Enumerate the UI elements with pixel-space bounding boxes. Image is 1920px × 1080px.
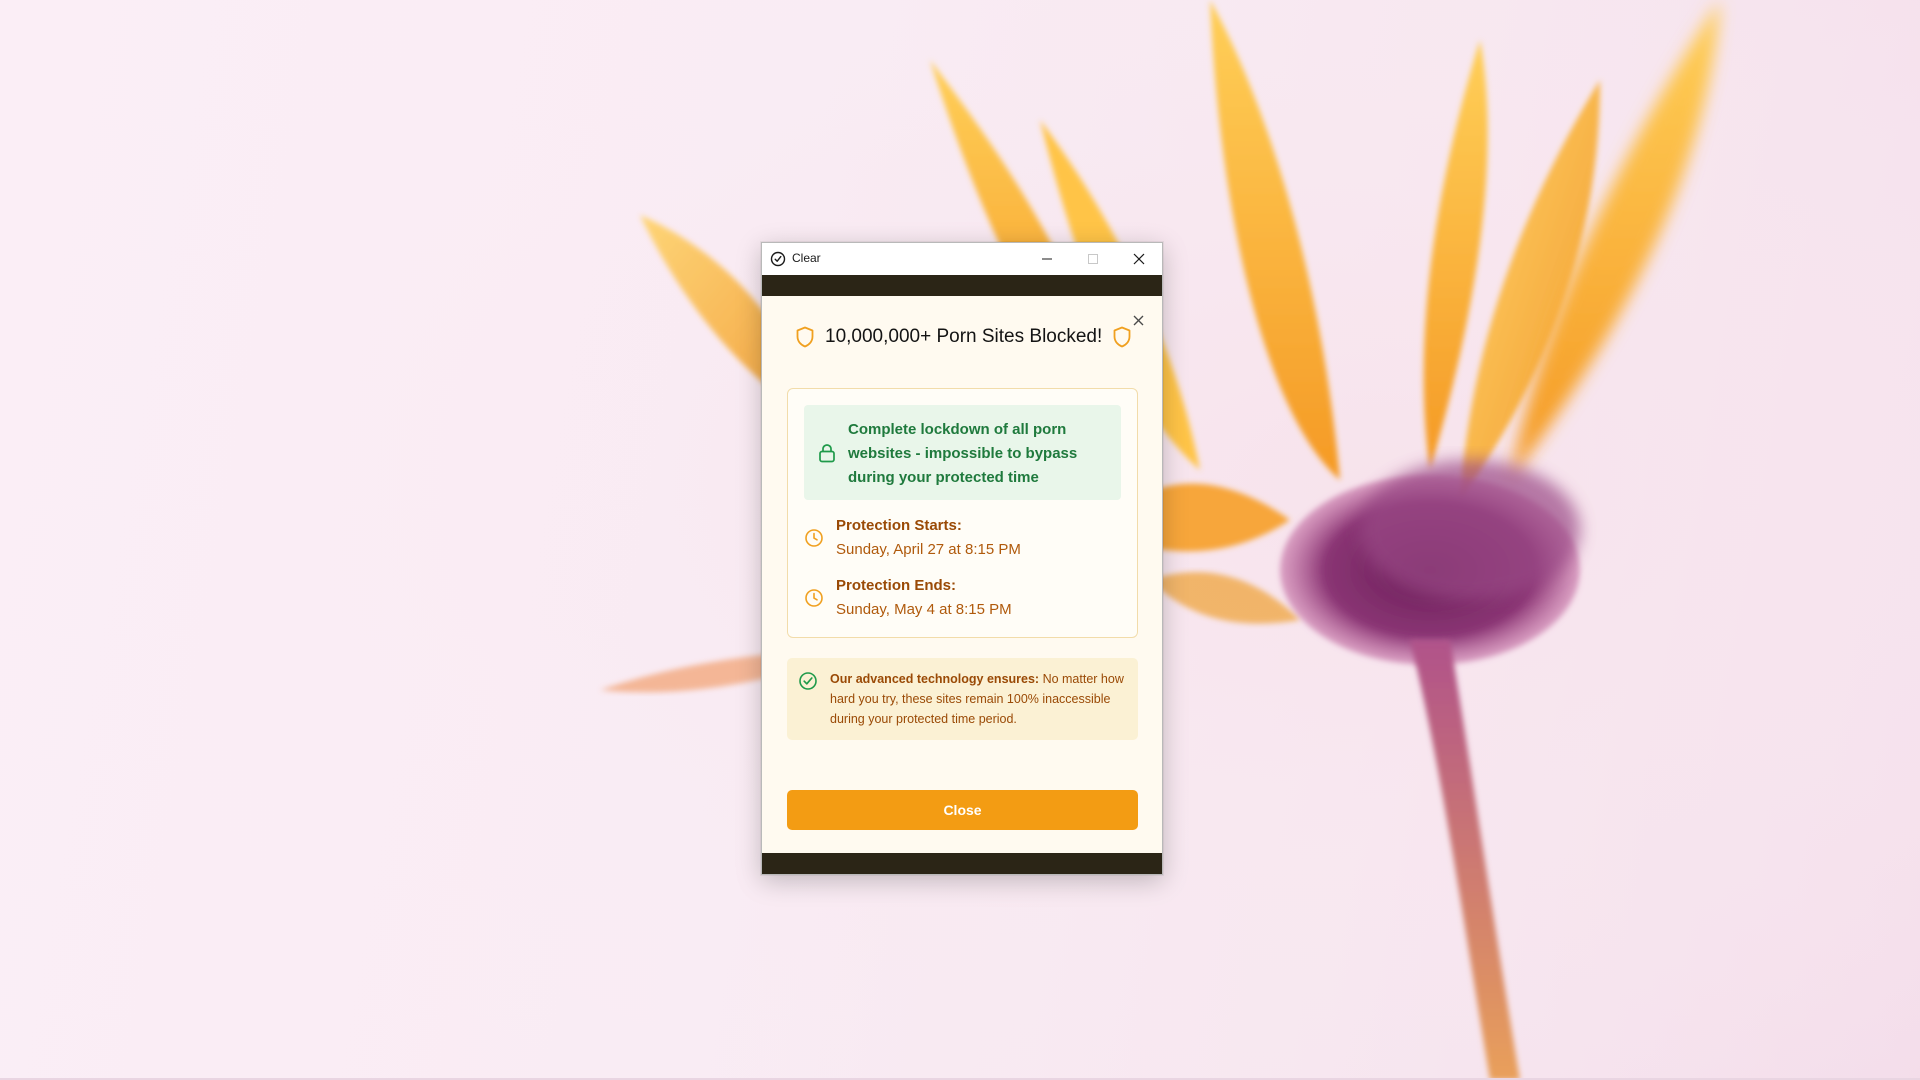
close-button[interactable]: Close [787, 790, 1138, 830]
protection-info-card: Complete lockdown of all porn websites -… [787, 388, 1138, 638]
protection-start-value: Sunday, April 27 at 8:15 PM [836, 541, 1021, 558]
dialog-heading: 10,000,000+ Porn Sites Blocked! [762, 322, 1162, 352]
technology-note: Our advanced technology ensures: No matt… [787, 658, 1138, 740]
footer-dark-bar [762, 853, 1162, 874]
protection-start-label: Protection Starts: [836, 517, 962, 534]
protection-start-row: Protection Starts: Sunday, April 27 at 8… [804, 514, 1121, 564]
lockdown-notice: Complete lockdown of all porn websites -… [804, 405, 1121, 500]
technology-note-strong: Our advanced technology ensures: [830, 672, 1040, 686]
title-bar[interactable]: Clear [762, 243, 1162, 275]
window-close-button[interactable] [1116, 243, 1162, 275]
shield-icon [795, 326, 815, 353]
app-logo-icon [770, 251, 786, 267]
maximize-button[interactable] [1070, 243, 1116, 275]
minimize-button[interactable] [1024, 243, 1070, 275]
minimize-icon [1042, 258, 1052, 260]
technology-note-text: Our advanced technology ensures: No matt… [830, 669, 1130, 729]
dialog-content: 10,000,000+ Porn Sites Blocked! Complete… [762, 296, 1162, 853]
header-dark-bar [762, 275, 1162, 296]
protection-end-row: Protection Ends: Sunday, May 4 at 8:15 P… [804, 574, 1121, 624]
protection-end-label: Protection Ends: [836, 577, 957, 594]
dialog-title: 10,000,000+ Porn Sites Blocked! [825, 326, 1103, 347]
window-title: Clear [792, 251, 821, 265]
check-circle-icon [798, 671, 818, 696]
app-window: Clear 10,000,000+ Porn Sites Blocked! Co… [761, 242, 1163, 875]
clock-icon [804, 528, 824, 553]
maximize-icon [1088, 254, 1098, 264]
lockdown-text: Complete lockdown of all porn websites -… [848, 421, 1078, 486]
shield-icon [1112, 326, 1132, 353]
lock-icon [818, 443, 836, 468]
clock-icon [804, 588, 824, 613]
close-icon [1133, 253, 1145, 265]
protection-end-value: Sunday, May 4 at 8:15 PM [836, 601, 1012, 618]
